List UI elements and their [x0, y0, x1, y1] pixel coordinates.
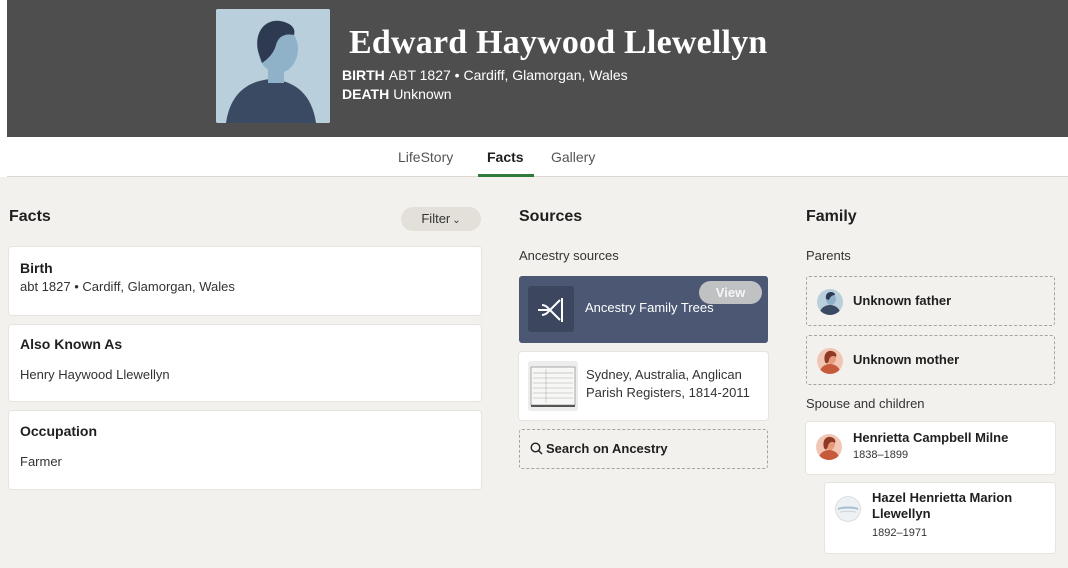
parents-label: Parents [806, 248, 851, 263]
spouse-card[interactable]: Henrietta Campbell Milne 1838–1899 [806, 422, 1055, 474]
facts-title: Facts [9, 208, 51, 225]
mother-card[interactable]: Unknown mother [806, 335, 1055, 385]
tab-gallery[interactable]: Gallery [551, 149, 595, 165]
mother-name: Unknown mother [853, 352, 960, 367]
fact-title: Occupation [20, 423, 98, 439]
record-source-card[interactable]: Sydney, Australia, Anglican Parish Regis… [519, 352, 768, 420]
person-avatar-male-icon[interactable] [216, 9, 330, 123]
spouse-and-children-label: Spouse and children [806, 396, 925, 411]
profile-tabs: LifeStory Facts Gallery [0, 137, 1068, 177]
ancestry-family-trees-card[interactable]: Ancestry Family Trees View [519, 276, 768, 343]
child-years: 1892–1971 [872, 527, 928, 539]
spouse-years: 1838–1899 [853, 449, 909, 461]
death-value: Unknown [393, 86, 452, 102]
ancestry-sources-label: Ancestry sources [519, 248, 619, 263]
child-card[interactable]: Hazel Henrietta Marion Llewellyn 1892–19… [825, 483, 1055, 553]
fact-card-occupation[interactable]: Occupation Farmer [9, 411, 481, 489]
chevron-down-icon: ⌄ [452, 215, 461, 226]
filter-button[interactable]: Filter ⌄ [401, 207, 481, 231]
birth-label: BIRTH [342, 67, 385, 83]
fact-title: Also Known As [20, 336, 123, 352]
child-name: Hazel Henrietta Marion Llewellyn [872, 490, 1013, 521]
search-on-ancestry-label: Search on Ancestry [546, 441, 668, 456]
family-title: Family [806, 208, 857, 225]
filter-label: Filter [421, 211, 451, 226]
father-card[interactable]: Unknown father [806, 276, 1055, 326]
tab-lifestory[interactable]: LifeStory [398, 149, 453, 165]
fact-card-birth[interactable]: Birth abt 1827 • Cardiff, Glamorgan, Wal… [9, 247, 481, 315]
fact-card-also-known-as[interactable]: Also Known As Henry Haywood Llewellyn [9, 325, 481, 401]
death-line: DEATH Unknown [342, 86, 452, 102]
search-icon [530, 442, 543, 460]
female-avatar-icon [816, 434, 842, 460]
death-label: DEATH [342, 86, 390, 102]
record-thumbnail [528, 361, 578, 411]
father-name: Unknown father [853, 293, 952, 308]
fact-value: abt 1827 • Cardiff, Glamorgan, Wales [20, 279, 235, 294]
birth-line: BIRTH ABT 1827 • Cardiff, Glamorgan, Wale… [342, 67, 628, 83]
fact-value: Henry Haywood Llewellyn [20, 367, 170, 382]
search-on-ancestry-button[interactable]: Search on Ancestry [519, 429, 768, 469]
ancestry-leaf-icon [528, 286, 574, 332]
sources-title: Sources [519, 208, 583, 225]
birth-value: ABT 1827 • Cardiff, Glamorgan, Wales [388, 67, 628, 83]
record-source-label: Sydney, Australia, Anglican Parish Regis… [586, 367, 750, 400]
fact-title: Birth [20, 260, 53, 276]
person-name: Edward Haywood Llewellyn [349, 24, 768, 61]
tab-facts[interactable]: Facts [487, 149, 524, 165]
female-avatar-icon [817, 348, 843, 374]
tree-source-label: Ancestry Family Trees [585, 300, 714, 315]
fact-value: Farmer [20, 454, 62, 469]
view-button[interactable]: View [699, 281, 762, 304]
male-avatar-icon [817, 289, 843, 315]
spouse-name: Henrietta Campbell Milne [853, 430, 1009, 445]
child-photo-thumbnail [835, 496, 861, 522]
